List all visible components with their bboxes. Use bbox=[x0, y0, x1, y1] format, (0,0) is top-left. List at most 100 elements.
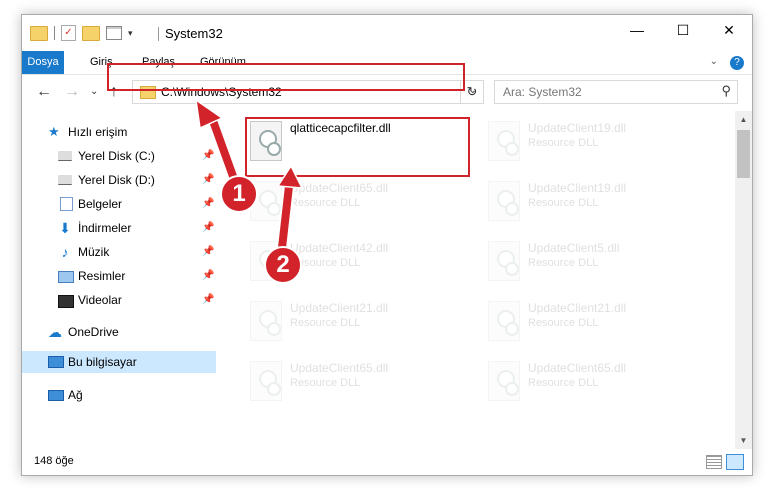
vertical-scrollbar[interactable]: ▲ ▼ bbox=[735, 111, 752, 449]
sidebar-item-label: Yerel Disk (C:) bbox=[78, 149, 155, 163]
sidebar-item-onedrive[interactable]: ☁ OneDrive bbox=[22, 321, 216, 343]
forward-icon[interactable]: → bbox=[64, 83, 80, 101]
pin-icon[interactable]: 📌 bbox=[202, 145, 214, 167]
file-type: Resource DLL bbox=[528, 137, 599, 149]
expand-ribbon-icon[interactable]: ⌄ bbox=[710, 56, 718, 70]
status-bar: 148 öğe bbox=[22, 449, 752, 475]
minimize-button[interactable]: — bbox=[614, 15, 660, 45]
file-name: UpdateClient65.dll bbox=[528, 361, 627, 375]
list-item[interactable]: UpdateClient19.dll Resource DLL bbox=[484, 115, 714, 165]
pin-icon[interactable]: 📌 bbox=[202, 169, 214, 191]
scroll-down-icon[interactable]: ▼ bbox=[735, 432, 752, 449]
customize-toolbar-icon[interactable]: ▾ bbox=[128, 28, 133, 39]
computer-icon bbox=[48, 356, 64, 368]
dll-file-icon bbox=[488, 241, 520, 281]
sidebar-item-label: Bu bilgisayar bbox=[68, 355, 137, 369]
sidebar-item-videos[interactable]: Videolar 📌 bbox=[22, 289, 216, 311]
file-name: UpdateClient42.dll bbox=[290, 241, 389, 255]
navigation-pane: ★ Hızlı erişim Yerel Disk (C:) 📌 Yerel D… bbox=[22, 111, 218, 449]
sidebar-item-label: İndirmeler bbox=[78, 221, 132, 235]
sidebar-item-label: Ağ bbox=[68, 388, 83, 402]
window-title: System32 bbox=[165, 26, 223, 41]
pin-icon[interactable]: 📌 bbox=[202, 193, 214, 215]
list-item[interactable]: UpdateClient5.dll Resource DLL bbox=[484, 235, 714, 285]
pin-icon[interactable]: 📌 bbox=[202, 241, 214, 263]
sidebar-item-pictures[interactable]: Resimler 📌 bbox=[22, 265, 216, 287]
file-name: UpdateClient65.dll bbox=[290, 361, 389, 375]
ribbon-controls: ⌄ ? bbox=[710, 56, 744, 70]
list-item[interactable]: UpdateClient21.dll Resource DLL bbox=[246, 295, 476, 345]
sidebar-item-label: Belgeler bbox=[78, 197, 123, 211]
list-item[interactable]: UpdateClient65.dll Resource DLL bbox=[484, 355, 714, 405]
sidebar-item-label: OneDrive bbox=[68, 325, 119, 339]
network-icon bbox=[48, 390, 64, 401]
quick-access-toolbar: ✓ ▾ bbox=[30, 25, 133, 41]
file-type: Resource DLL bbox=[290, 197, 361, 209]
help-icon[interactable]: ? bbox=[730, 56, 744, 70]
dll-file-icon bbox=[250, 361, 282, 401]
file-type: Resource DLL bbox=[528, 317, 599, 329]
tab-file[interactable]: Dosya bbox=[22, 51, 64, 74]
videos-icon bbox=[58, 295, 74, 308]
downloads-icon: ⬇ bbox=[59, 220, 71, 236]
file-highlight-box bbox=[245, 117, 470, 177]
sidebar-item-network[interactable]: Ağ bbox=[22, 384, 216, 406]
sidebar-item-label: Müzik bbox=[78, 245, 110, 259]
drive-icon bbox=[58, 175, 72, 185]
sidebar-item-local-disk-c[interactable]: Yerel Disk (C:) 📌 bbox=[22, 145, 216, 167]
sidebar-item-label: Hızlı erişim bbox=[68, 125, 128, 139]
file-type: Resource DLL bbox=[528, 197, 599, 209]
pin-icon[interactable]: 📌 bbox=[202, 289, 214, 311]
dll-file-icon bbox=[488, 121, 520, 161]
documents-icon bbox=[60, 197, 73, 211]
recent-locations-icon[interactable]: ⌄ bbox=[90, 86, 98, 97]
title-divider bbox=[158, 27, 159, 41]
sidebar-item-quick-access[interactable]: ★ Hızlı erişim bbox=[22, 121, 216, 143]
dll-file-icon bbox=[488, 361, 520, 401]
sidebar-item-label: Videolar bbox=[78, 293, 122, 307]
details-view-icon[interactable] bbox=[706, 455, 722, 469]
folder-icon bbox=[30, 25, 48, 41]
toolbar-divider bbox=[54, 26, 55, 40]
sidebar-item-music[interactable]: ♪ Müzik 📌 bbox=[22, 241, 216, 263]
list-item[interactable]: UpdateClient65.dll Resource DLL bbox=[246, 175, 476, 225]
list-item[interactable]: UpdateClient19.dll Resource DLL bbox=[484, 175, 714, 225]
file-name: UpdateClient19.dll bbox=[528, 181, 627, 195]
list-item[interactable]: UpdateClient65.dll Resource DLL bbox=[246, 355, 476, 405]
sidebar-item-local-disk-d[interactable]: Yerel Disk (D:) 📌 bbox=[22, 169, 216, 191]
dll-file-icon bbox=[488, 301, 520, 341]
sidebar-item-this-pc[interactable]: Bu bilgisayar bbox=[22, 351, 216, 373]
file-name: UpdateClient5.dll bbox=[528, 241, 620, 255]
search-input[interactable]: Ara: System32 bbox=[503, 85, 582, 99]
file-name: UpdateClient65.dll bbox=[290, 181, 389, 195]
file-type: Resource DLL bbox=[290, 317, 361, 329]
sidebar-item-downloads[interactable]: ⬇ İndirmeler 📌 bbox=[22, 217, 216, 239]
file-type: Resource DLL bbox=[290, 377, 361, 389]
file-name: UpdateClient19.dll bbox=[528, 121, 627, 135]
pictures-icon bbox=[58, 271, 74, 283]
large-icons-view-icon[interactable] bbox=[726, 454, 744, 470]
pin-icon[interactable]: 📌 bbox=[202, 265, 214, 287]
sidebar-item-label: Resimler bbox=[78, 269, 126, 283]
list-item[interactable]: UpdateClient21.dll Resource DLL bbox=[484, 295, 714, 345]
pin-icon[interactable]: 📌 bbox=[202, 217, 214, 239]
sidebar-item-documents[interactable]: Belgeler 📌 bbox=[22, 193, 216, 215]
scroll-thumb[interactable] bbox=[737, 130, 750, 178]
scroll-up-icon[interactable]: ▲ bbox=[735, 111, 752, 128]
back-icon[interactable]: ← bbox=[36, 83, 52, 101]
callout-step-2: 2 bbox=[264, 246, 302, 284]
title-bar: ✓ ▾ System32 — ☐ ✕ bbox=[22, 15, 752, 51]
item-count: 148 öğe bbox=[34, 455, 74, 467]
maximize-button[interactable]: ☐ bbox=[660, 15, 706, 45]
drive-icon bbox=[58, 151, 72, 161]
new-folder-icon[interactable] bbox=[82, 25, 100, 41]
search-icon[interactable]: ⚲ bbox=[721, 83, 731, 99]
star-icon: ★ bbox=[48, 124, 60, 139]
cloud-icon: ☁ bbox=[48, 324, 62, 340]
sidebar-item-label: Yerel Disk (D:) bbox=[78, 173, 155, 187]
close-button[interactable]: ✕ bbox=[706, 15, 752, 45]
callout-step-1: 1 bbox=[220, 175, 258, 213]
properties-check-icon[interactable]: ✓ bbox=[61, 25, 76, 41]
properties-icon[interactable] bbox=[106, 26, 122, 40]
search-box[interactable]: Ara: System32 ⚲ bbox=[494, 80, 738, 104]
